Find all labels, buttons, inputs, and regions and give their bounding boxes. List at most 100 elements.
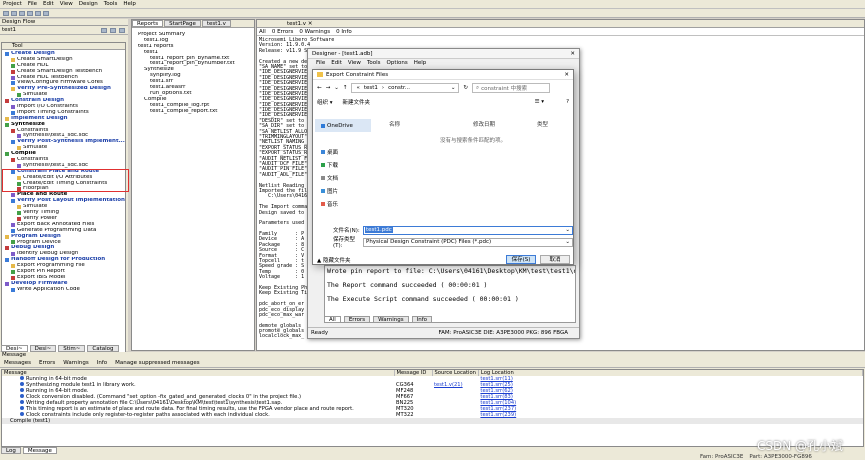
help-circle-icon[interactable]: ? <box>566 99 569 105</box>
refresh-icon[interactable] <box>101 27 107 33</box>
reports-tab[interactable]: Reports <box>132 20 164 27</box>
flow-item-icon <box>11 104 15 109</box>
folder-icon <box>317 72 323 77</box>
col-date[interactable]: 修改日期 <box>473 120 537 128</box>
flow-item[interactable]: Write Application Code <box>2 287 125 293</box>
organize-button[interactable]: 组织 ▾ <box>317 98 333 106</box>
nav-item-label: 音乐 <box>327 201 339 208</box>
address-bar[interactable]: « test1 › constr... ⌄ <box>351 83 460 93</box>
report-item[interactable]: test1_compile_report.txt <box>132 109 254 115</box>
message-bottom-tab[interactable]: Log <box>1 447 21 454</box>
log-filter-bar: All 0 Errors 0 Warnings 0 Info <box>257 28 864 36</box>
menu-project[interactable]: Project <box>3 1 22 7</box>
path-segment-2[interactable]: constr... <box>388 85 410 91</box>
empty-message: 没有与搜索条件匹配的项。 <box>439 138 506 144</box>
dialog-close-icon[interactable]: ✕ <box>564 72 569 78</box>
undo-icon[interactable] <box>27 10 33 16</box>
designer-menu-edit[interactable]: Edit <box>331 60 342 66</box>
new-icon[interactable] <box>3 10 9 16</box>
stop-icon[interactable] <box>119 27 125 33</box>
back-arrow-icon[interactable]: ← <box>317 85 322 91</box>
cancel-button[interactable]: 取消 <box>540 255 570 264</box>
col-type[interactable]: 类型 <box>537 120 548 128</box>
redo-icon[interactable] <box>35 10 41 16</box>
message-tab[interactable]: Messages <box>4 360 31 366</box>
help-icon[interactable] <box>43 10 49 16</box>
log-tab[interactable]: test1.v ✕ <box>257 21 312 27</box>
filter-errors[interactable]: 0 Errors <box>272 29 294 35</box>
designer-menu-view[interactable]: View <box>348 60 361 66</box>
filetype-dropdown-icon[interactable]: ⌄ <box>565 239 570 245</box>
save-button[interactable]: 保存(S) <box>506 255 536 264</box>
nav-item[interactable] <box>315 132 371 145</box>
designer-tab[interactable]: Warnings <box>373 316 409 323</box>
message-column-header[interactable]: Source Location <box>432 370 479 376</box>
nav-item[interactable]: 音乐 <box>315 197 371 210</box>
nav-item[interactable]: 下载 <box>315 158 371 171</box>
flow-item-icon <box>11 110 15 115</box>
view-options-icon[interactable]: ☰ ▾ <box>535 99 544 105</box>
reports-tab[interactable]: test1.v <box>201 20 231 27</box>
menu-edit[interactable]: Edit <box>43 1 54 7</box>
run-icon[interactable] <box>110 27 116 33</box>
filename-input[interactable]: test1.pdc ⌄ <box>363 225 573 235</box>
dropdown-arrow-icon[interactable]: ⌄ <box>334 85 339 91</box>
hide-folders-toggle[interactable]: ▲ 隐藏文件夹 <box>317 256 350 264</box>
menu-design[interactable]: Design <box>79 1 98 7</box>
designer-menu-file[interactable]: File <box>316 60 325 66</box>
path-dropdown-icon[interactable]: ⌄ <box>451 85 456 91</box>
message-tab[interactable]: Warnings <box>63 360 88 366</box>
nav-item[interactable]: 图片 <box>315 184 371 197</box>
nav-item[interactable]: 文档 <box>315 171 371 184</box>
flow-item[interactable]: Verify Post-Synthesis Implement... <box>2 139 125 145</box>
search-box[interactable]: ⌕ constraint 中搜索 <box>472 83 551 93</box>
designer-msg-line: The Execute Script command succeeded ( 0… <box>327 295 519 303</box>
flow-tab[interactable]: Stim~ <box>58 344 86 352</box>
menu-help[interactable]: Help <box>123 1 136 7</box>
nav-item-label: 下载 <box>327 162 339 169</box>
message-tab[interactable]: Manage suppressed messages <box>115 360 199 366</box>
nav-item[interactable]: OneDrive <box>315 119 371 132</box>
designer-tab[interactable]: Errors <box>343 316 371 323</box>
flow-item[interactable]: Verify Post Layout Implementation <box>2 198 125 204</box>
flow-item-icon <box>5 258 9 263</box>
forward-arrow-icon[interactable]: → <box>326 85 331 91</box>
filter-info[interactable]: 0 Info <box>336 29 352 35</box>
flow-item[interactable]: Verify Pre-Synthesized Design <box>2 86 125 92</box>
designer-menu-options[interactable]: Options <box>387 60 408 66</box>
menu-tools[interactable]: Tools <box>104 1 118 7</box>
message-bottom-tab[interactable]: Message <box>22 447 57 454</box>
designer-tab[interactable]: All <box>324 316 341 323</box>
message-compile-row[interactable]: Compile (test1) <box>2 418 863 424</box>
reports-tab[interactable]: StartPage <box>164 20 201 27</box>
menu-view[interactable]: View <box>60 1 73 7</box>
message-column-header[interactable]: Message ID <box>394 370 433 376</box>
up-arrow-icon[interactable]: ↑ <box>343 85 348 91</box>
message-tab[interactable]: Info <box>97 360 107 366</box>
flow-tab[interactable]: Desi~ <box>29 344 57 352</box>
nav-item[interactable]: 桌面 <box>315 145 371 158</box>
refresh-icon[interactable]: ↻ <box>463 85 468 91</box>
save-icon[interactable] <box>19 10 25 16</box>
col-name[interactable]: 名称 <box>373 120 473 128</box>
open-icon[interactable] <box>11 10 17 16</box>
designer-status-device: FAM: ProASIC3E DIE: A3PE3000 PKG: 896 FB… <box>438 330 568 336</box>
filter-all[interactable]: All <box>259 29 266 35</box>
new-folder-button[interactable]: 新建文件夹 <box>343 98 371 106</box>
filetype-select[interactable]: Physical Design Constraint (PDC) Files (… <box>363 237 573 247</box>
designer-menu-tools[interactable]: Tools <box>367 60 381 66</box>
flow-item-icon <box>11 269 15 274</box>
flow-tab[interactable]: Catalog <box>87 344 119 352</box>
designer-menu-help[interactable]: Help <box>414 60 427 66</box>
menu-file[interactable]: File <box>28 1 37 7</box>
close-icon[interactable]: ✕ <box>570 51 575 57</box>
filter-warnings[interactable]: 0 Warnings <box>299 29 330 35</box>
path-segment-1[interactable]: test1 <box>364 85 378 91</box>
flow-item-icon <box>11 57 15 62</box>
flow-tab[interactable]: Desi~ <box>1 344 28 352</box>
filename-dropdown-icon[interactable]: ⌄ <box>565 227 570 233</box>
designer-messages: Wrote pin report to file: C:\Users\04161… <box>324 265 576 323</box>
message-tab[interactable]: Errors <box>39 360 55 366</box>
designer-tab[interactable]: Info <box>411 316 433 323</box>
flow-item-icon <box>17 93 21 98</box>
